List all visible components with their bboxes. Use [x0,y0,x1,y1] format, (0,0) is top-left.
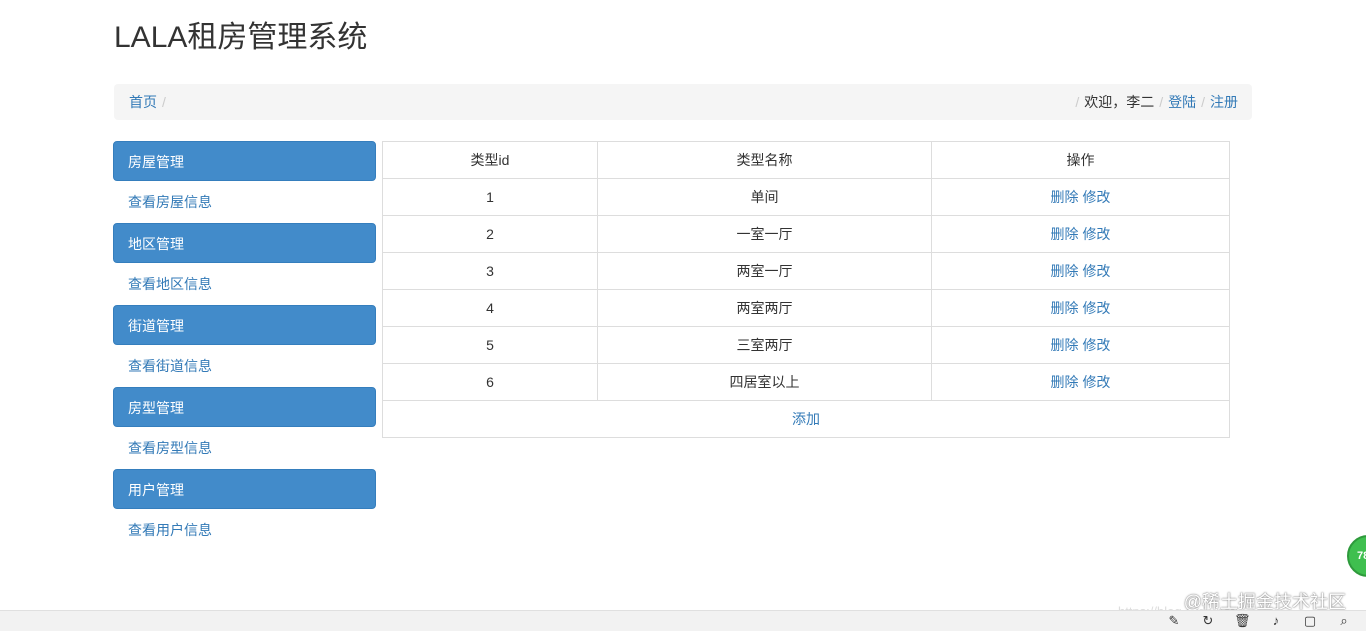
page-title: LALA租房管理系统 [114,21,368,54]
table-row: 3 两室一厅 删除 修改 [382,252,1230,290]
pin-icon[interactable]: ✎ [1166,613,1182,629]
breadcrumb-right: / 欢迎，李二 / 登陆 / 注册 [1070,84,1238,120]
sidebar-link-view-house[interactable]: 查看房屋信息 [113,181,376,223]
table-add-row: 添加 [382,400,1230,438]
edit-link[interactable]: 修改 [1082,300,1110,316]
delete-link[interactable]: 删除 [1051,189,1079,205]
edit-link[interactable]: 修改 [1082,263,1110,279]
edit-link[interactable]: 修改 [1082,374,1110,390]
sidebar-group-user[interactable]: 用户管理 [113,469,376,509]
sidebar: 房屋管理 查看房屋信息 地区管理 查看地区信息 街道管理 查看街道信息 房型管理… [113,141,376,551]
type-id-cell: 1 [382,178,598,216]
welcome-text: 欢迎，李二 [1084,94,1155,110]
house-type-table-container: 类型id 类型名称 操作 1 单间 删除 修改 2 一室一厅 删除 修改 3 两… [382,141,1230,438]
actions-cell: 删除 修改 [931,289,1230,327]
type-name-cell: 一室一厅 [597,215,932,253]
type-id-cell: 2 [382,215,598,253]
edit-link[interactable]: 修改 [1082,189,1110,205]
breadcrumb-separator: / [162,94,166,110]
speaker-icon[interactable]: ♪ [1268,613,1284,629]
actions-cell: 删除 修改 [931,215,1230,253]
sidebar-link-view-house-type[interactable]: 查看房型信息 [113,427,376,469]
refresh-icon[interactable]: ↻ [1200,613,1216,629]
delete-link[interactable]: 删除 [1051,374,1079,390]
column-header-type-id: 类型id [382,141,598,179]
table-row: 4 两室两厅 删除 修改 [382,289,1230,327]
register-link[interactable]: 注册 [1210,94,1238,110]
delete-link[interactable]: 删除 [1051,337,1079,353]
table-row: 6 四居室以上 删除 修改 [382,363,1230,401]
breadcrumb-separator: / [1075,94,1080,110]
table-row: 1 单间 删除 修改 [382,178,1230,216]
edit-link[interactable]: 修改 [1082,226,1110,242]
type-id-cell: 5 [382,326,598,364]
actions-cell: 删除 修改 [931,363,1230,401]
actions-cell: 删除 修改 [931,252,1230,290]
type-name-cell: 单间 [597,178,932,216]
table-row: 5 三室两厅 删除 修改 [382,326,1230,364]
sidebar-group-house[interactable]: 房屋管理 [113,141,376,181]
window-icon[interactable]: ▢ [1302,613,1318,629]
sidebar-group-district[interactable]: 地区管理 [113,223,376,263]
sidebar-group-street[interactable]: 街道管理 [113,305,376,345]
edit-link[interactable]: 修改 [1082,337,1110,353]
delete-link[interactable]: 删除 [1051,226,1079,242]
add-link[interactable]: 添加 [792,411,820,427]
column-header-actions: 操作 [931,141,1230,179]
type-id-cell: 6 [382,363,598,401]
breadcrumb-separator: / [1201,94,1205,110]
trash-icon[interactable]: 🗑 [1234,613,1251,629]
actions-cell: 删除 修改 [931,178,1230,216]
breadcrumb-separator: / [1159,94,1164,110]
type-name-cell: 三室两厅 [597,326,932,364]
add-cell: 添加 [382,400,1230,438]
table-header-row: 类型id 类型名称 操作 [382,141,1230,179]
breadcrumb: 首页 / / 欢迎，李二 / 登陆 / 注册 [114,84,1252,120]
type-name-cell: 两室两厅 [597,289,932,327]
column-header-type-name: 类型名称 [597,141,932,179]
bottom-toolbar-icons: ✎ ↻ 🗑 ♪ ▢ ⌕ [1166,613,1352,629]
search-icon[interactable]: ⌕ [1336,613,1352,629]
sidebar-link-view-user[interactable]: 查看用户信息 [113,509,376,551]
type-name-cell: 四居室以上 [597,363,932,401]
sidebar-group-house-type[interactable]: 房型管理 [113,387,376,427]
type-id-cell: 4 [382,289,598,327]
breadcrumb-left: 首页 / [129,84,171,120]
actions-cell: 删除 修改 [931,326,1230,364]
delete-link[interactable]: 删除 [1051,300,1079,316]
sidebar-link-view-district[interactable]: 查看地区信息 [113,263,376,305]
type-id-cell: 3 [382,252,598,290]
house-type-table: 类型id 类型名称 操作 1 单间 删除 修改 2 一室一厅 删除 修改 3 两… [382,141,1230,438]
delete-link[interactable]: 删除 [1051,263,1079,279]
login-link[interactable]: 登陆 [1168,94,1196,110]
sidebar-link-view-street[interactable]: 查看街道信息 [113,345,376,387]
bottom-toolbar: ✎ ↻ 🗑 ♪ ▢ ⌕ [0,610,1366,631]
table-row: 2 一室一厅 删除 修改 [382,215,1230,253]
home-link[interactable]: 首页 [129,94,157,110]
floating-counter-badge[interactable]: 78 [1347,535,1366,577]
type-name-cell: 两室一厅 [597,252,932,290]
